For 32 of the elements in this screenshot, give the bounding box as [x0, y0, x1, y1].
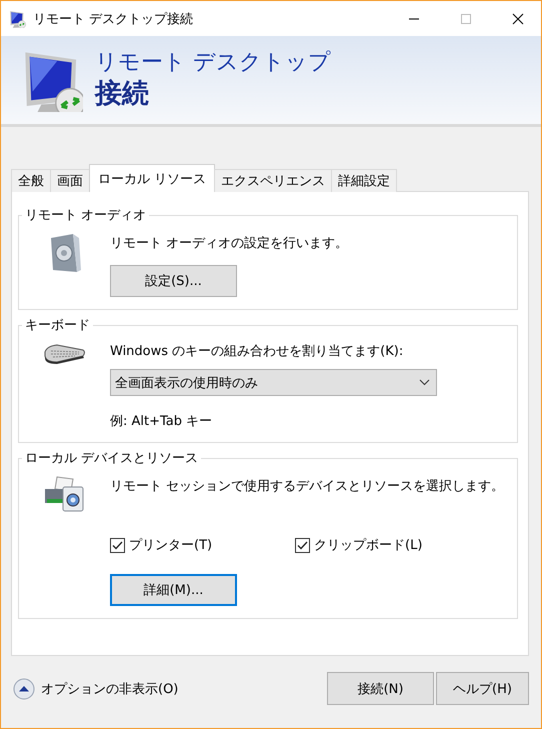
app-icon: [9, 10, 27, 28]
example-text: 例: Alt+Tab キー: [110, 413, 212, 430]
dropdown-value: 全画面表示の使用時のみ: [115, 374, 258, 392]
checkbox[interactable]: クリップボード(L): [295, 536, 480, 554]
group-title: ローカル デバイスとリソース: [24, 450, 200, 467]
window-title: リモート デスクトップ接続: [33, 10, 194, 28]
tab[interactable]: 全般: [11, 169, 51, 192]
button[interactable]: 接続(N): [327, 672, 434, 705]
description-text: リモート セッションで使用するデバイスとリソースを選択します。: [110, 478, 504, 495]
chevron-down-icon: [419, 379, 430, 386]
button[interactable]: 詳細(M)...: [110, 574, 237, 606]
tab[interactable]: ローカル リソース: [89, 164, 216, 192]
description-text: リモート オーディオの設定を行います。: [110, 235, 348, 252]
group-title: キーボード: [24, 317, 91, 334]
checkbox-label: クリップボード(L): [314, 537, 422, 554]
checkbox-label: プリンター(T): [129, 537, 212, 554]
banner-title: リモート デスクトップ: [95, 50, 331, 76]
checkbox[interactable]: プリンター(T): [110, 536, 295, 554]
tab[interactable]: エクスペリエンス: [214, 169, 332, 192]
tab[interactable]: 詳細設定: [331, 169, 398, 192]
tab[interactable]: 画面: [50, 169, 90, 192]
checkmark-icon: [297, 540, 308, 550]
options-toggle-link[interactable]: オプションの非表示(O): [41, 680, 178, 698]
button[interactable]: 設定(S)...: [110, 265, 237, 297]
field-label: Windows のキーの組み合わせを割り当てます(K):: [110, 343, 404, 360]
dropdown[interactable]: 全画面表示の使用時のみ: [110, 369, 437, 396]
keyboard-icon: [42, 342, 86, 366]
checkmark-icon: [112, 540, 123, 550]
button[interactable]: ヘルプ(H): [436, 672, 529, 705]
group-title: リモート オーディオ: [24, 207, 148, 224]
close-icon[interactable]: [512, 12, 524, 24]
banner-subtitle: 接続: [95, 77, 150, 111]
